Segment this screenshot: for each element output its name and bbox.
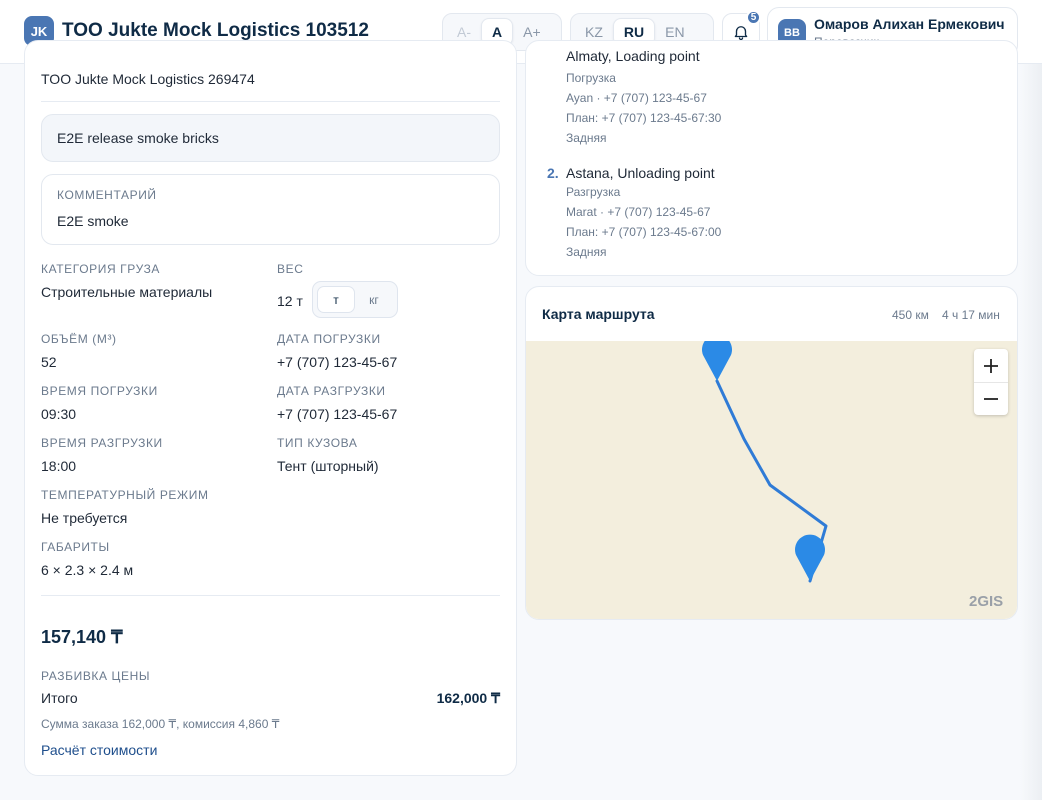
unloading-time-label: Время разгрузки	[41, 436, 163, 450]
weight-label: Вес	[277, 262, 304, 276]
route-duration: 4 ч 17 мин	[942, 308, 1000, 322]
stop-2-type: Разгрузка	[566, 185, 621, 199]
divider	[41, 101, 500, 102]
scroll-shadow	[1020, 64, 1042, 800]
divider	[41, 595, 500, 596]
cargo-category-value: Строительные материалы	[41, 284, 213, 300]
zoom-out-button[interactable]	[974, 382, 1008, 415]
total-label: Итого	[41, 690, 78, 706]
cargo-category-label: Категория груза	[41, 262, 161, 276]
plus-icon	[984, 358, 998, 373]
zoom-in-button[interactable]	[974, 349, 1008, 382]
unloading-time-value: 18:00	[41, 458, 77, 474]
breakdown-note: Сумма заказа 162,000 ₸, комиссия 4,860 ₸	[41, 717, 280, 731]
stop-2-plan: План: +7 (707) 123-45-67:00	[566, 225, 722, 239]
minus-icon	[984, 398, 998, 400]
start-pin-icon	[702, 341, 732, 381]
stop-1-side: Задняя	[566, 131, 607, 145]
cost-calculation-link[interactable]: Расчёт стоимости	[41, 742, 157, 758]
loading-date-label: Дата погрузки	[277, 332, 381, 346]
stop-1-plan: План: +7 (707) 123-45-67:30	[566, 111, 722, 125]
unloading-date-value: +7 (707) 123-45-67	[277, 406, 398, 422]
loading-time-label: Время погрузки	[41, 384, 158, 398]
comment-label: Комментарий	[57, 188, 157, 202]
bell-icon	[734, 26, 748, 41]
body-type-value: Тент (шторный)	[277, 458, 379, 474]
total-value: 162,000 ₸	[436, 690, 500, 706]
route-stops-card: Almaty, Loading point Погрузка Ayan · +7…	[525, 40, 1018, 276]
stop-2-title: Astana, Unloading point	[566, 165, 715, 181]
price-value: 157,140 ₸	[41, 627, 123, 647]
volume-value: 52	[41, 354, 57, 370]
loading-time-value: 09:30	[41, 406, 77, 422]
comment-text: E2E smoke	[57, 213, 129, 229]
order-details-card: TOO Jukte Mock Logistics 269474 E2E rele…	[24, 40, 517, 776]
map-title: Карта маршрута	[542, 306, 655, 322]
breakdown-label: Разбивка цены	[41, 669, 151, 683]
unloading-date-label: Дата разгрузки	[277, 384, 386, 398]
notification-count-badge: 5	[746, 10, 761, 25]
map-provider-logo: 2GIS	[969, 593, 1004, 610]
volume-label: Объём (м³)	[41, 332, 117, 346]
weight-unit-toggle: т кг	[312, 281, 398, 318]
stop-1-type: Погрузка	[566, 71, 616, 85]
order-note: E2E release smoke bricks	[41, 114, 500, 162]
stop-2-contact: Marat · +7 (707) 123-45-67	[566, 205, 711, 219]
weight-value: 12 т	[277, 293, 303, 309]
loading-date-value: +7 (707) 123-45-67	[277, 354, 398, 370]
stop-2-side: Задняя	[566, 245, 607, 259]
temperature-label: Температурный режим	[41, 488, 209, 502]
shipper-company: TOO Jukte Mock Logistics 269474	[41, 71, 255, 87]
user-name: Омаров Алихан Ермекович	[814, 16, 1005, 32]
temperature-value: Не требуется	[41, 510, 128, 526]
company-title: TOO Jukte Mock Logistics 103512	[62, 20, 369, 41]
end-pin-icon	[795, 534, 825, 581]
dimensions-label: Габариты	[41, 540, 110, 554]
stop-1-contact: Ayan · +7 (707) 123-45-67	[566, 91, 707, 105]
stop-1-title: Almaty, Loading point	[566, 48, 700, 64]
route-overlay	[702, 341, 828, 583]
comment-box: Комментарий E2E smoke	[41, 174, 500, 245]
unit-kg-button[interactable]: кг	[355, 286, 393, 313]
body-type-label: Тип кузова	[277, 436, 358, 450]
route-map-card: Карта маршрута 450 км 4 ч 17 мин 2GIS	[525, 286, 1018, 620]
stop-2-number: 2.	[547, 165, 559, 181]
unit-tonnes-button[interactable]: т	[317, 286, 355, 313]
route-distance: 450 км	[892, 308, 929, 322]
zoom-controls	[974, 349, 1008, 415]
dimensions-value: 6 × 2.3 × 2.4 м	[41, 562, 134, 578]
map-view[interactable]: 2GIS	[526, 341, 1017, 619]
